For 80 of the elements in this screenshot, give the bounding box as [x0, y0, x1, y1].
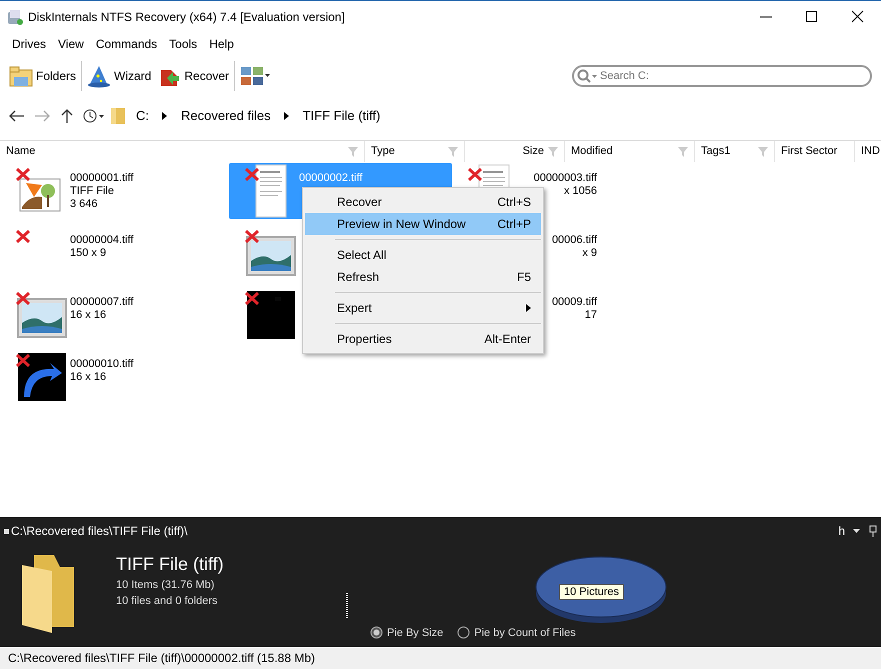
status-bar: C:\Recovered files\TIFF File (tiff)\00000002.tiff (15.88 Mb) [0, 647, 881, 669]
dropdown-icon[interactable] [853, 528, 861, 534]
deleted-mark-icon [16, 230, 30, 243]
file-detail: 17 [584, 309, 597, 322]
column-header[interactable]: Type [365, 141, 465, 162]
minimize-icon [760, 16, 772, 18]
panel-detail: 10 Items (31.76 Mb) [116, 578, 216, 593]
pin-icon[interactable] [869, 525, 877, 537]
file-detail: x 9 [582, 247, 597, 260]
submenu-arrow-icon [526, 304, 531, 312]
file-name: 00000003.tiff [534, 172, 597, 185]
menu-item[interactable]: Refresh F5 [305, 266, 541, 288]
file-name: 00000001.tiff [70, 172, 134, 185]
panel-path: C:\Recovered files\TIFF File (tiff)\ [11, 523, 188, 540]
menu-item[interactable]: Tools [163, 35, 204, 53]
toolbar-button[interactable]: Wizard [84, 62, 154, 90]
radio-option[interactable]: Pie by Count of Files [457, 624, 576, 641]
file-name: 00006.tiff [552, 234, 597, 247]
file-detail: x 1056 [564, 185, 597, 198]
file-detail: 16 x 16 [70, 371, 108, 384]
window-title: DiskInternals NTFS Recovery (x64) 7.4 [Evaluation version] [28, 8, 345, 26]
thumbnails-view-icon [240, 64, 272, 88]
deleted-mark-icon [245, 168, 259, 181]
back-arrow-icon[interactable] [8, 109, 26, 123]
menu-item[interactable]: Commands [90, 35, 164, 53]
menu-item[interactable]: Preview in New Window Ctrl+P [305, 213, 541, 235]
file-item[interactable]: 00000007.tiff 16 x 16 [0, 287, 145, 349]
column-header[interactable]: Modified [565, 141, 695, 162]
bullet-icon [4, 528, 9, 534]
breadcrumb-item[interactable]: Recovered files [181, 106, 271, 126]
panel-detail: 10 files and 0 folders [116, 594, 219, 609]
file-detail: TIFF File [70, 185, 115, 198]
file-detail: 3 646 [70, 198, 99, 211]
menu-item[interactable]: View [52, 35, 90, 53]
column-header[interactable]: Tags1 [695, 141, 775, 162]
file-detail: 150 x 9 [70, 247, 108, 260]
column-header[interactable]: IND [855, 141, 881, 162]
file-item[interactable]: 00000001.tiff TIFF File 3 646 [0, 163, 145, 225]
menu-item[interactable]: Select All [305, 244, 541, 266]
file-name: 00000010.tiff [70, 358, 134, 371]
panel-menu-button[interactable]: h [838, 522, 845, 540]
column-header[interactable]: Size [465, 141, 565, 162]
radio-icon [457, 626, 470, 640]
column-header[interactable]: First Sector [775, 141, 855, 162]
folder-icon [110, 107, 126, 125]
panel-title: TIFF File (tiff) [116, 553, 225, 575]
file-name: 00000002.tiff [299, 172, 364, 185]
splitter-handle[interactable] [346, 593, 348, 619]
menu-item[interactable]: Recover Ctrl+S [305, 191, 541, 213]
breadcrumb-item[interactable]: C: [136, 106, 149, 126]
file-item[interactable]: 00000010.tiff 16 x 16 [0, 349, 145, 411]
toolbar-button[interactable]: Folders [6, 62, 80, 90]
deleted-mark-icon [16, 354, 30, 367]
toolbar-button[interactable]: Recover [154, 62, 232, 90]
radio-option[interactable]: Pie By Size [370, 624, 444, 641]
menu-item[interactable]: Expert [305, 297, 541, 319]
menu-item[interactable]: Properties Alt-Enter [305, 328, 541, 350]
deleted-mark-icon [245, 292, 259, 305]
close-icon [852, 10, 864, 23]
breadcrumb-item[interactable]: TIFF File (tiff) [302, 106, 380, 126]
menu-item[interactable]: Help [203, 35, 240, 53]
app-icon [6, 8, 24, 26]
radio-icon [370, 626, 383, 640]
deleted-mark-icon [245, 230, 259, 243]
pie-label: 10 Pictures [559, 584, 624, 600]
wizard-hat-icon [87, 64, 112, 88]
deleted-mark-icon [468, 168, 482, 181]
maximize-icon [806, 10, 818, 23]
column-header[interactable]: Name [0, 141, 365, 162]
file-detail: 16 x 16 [70, 309, 108, 322]
file-name: 00000007.tiff [70, 296, 134, 309]
search-field[interactable]: Search C: [572, 65, 872, 87]
file-item[interactable]: 00000004.tiff 150 x 9 [0, 225, 145, 287]
file-name: 00000004.tiff [70, 234, 134, 247]
deleted-mark-icon [16, 168, 30, 181]
file-name: 00009.tiff [552, 296, 597, 309]
menu-item[interactable]: Drives [6, 35, 52, 53]
history-icon[interactable] [82, 108, 106, 124]
deleted-mark-icon [16, 292, 30, 305]
folders-icon [9, 64, 33, 88]
